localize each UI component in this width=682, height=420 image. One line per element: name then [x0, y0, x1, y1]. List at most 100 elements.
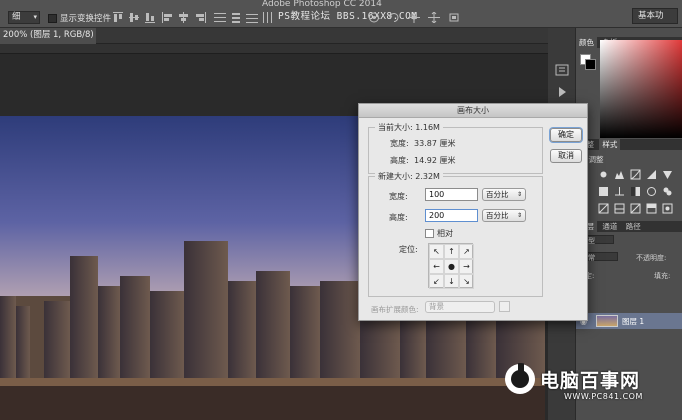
levels-icon[interactable] [614, 169, 625, 180]
distribute-bottom-icon[interactable] [246, 12, 258, 23]
cancel-button[interactable]: 取消 [550, 149, 582, 163]
extension-color-select[interactable]: 背景 [425, 301, 495, 313]
align-left-icon[interactable] [162, 12, 174, 23]
ok-button[interactable]: 确定 [550, 128, 582, 142]
tab-paths[interactable]: 路径 [623, 222, 644, 231]
anchor-right[interactable]: → [459, 259, 474, 274]
extension-color-swatch[interactable] [499, 301, 510, 312]
width-input[interactable]: 100 [425, 188, 478, 201]
adjustment-icons-grid [598, 169, 682, 220]
align-bottom-icon[interactable] [144, 12, 156, 23]
workspace-select[interactable]: 基本功 [632, 8, 678, 24]
document-tab[interactable]: 200% (图层 1, RGB/8) * [0, 28, 96, 55]
show-transform-controls[interactable]: 显示变换控件 [48, 12, 111, 24]
current-width-value: 33.87 厘米 [414, 139, 456, 148]
align-hcenter-icon[interactable] [178, 12, 190, 23]
anchor-left[interactable]: ← [429, 259, 444, 274]
width-unit-value: 百分比 [486, 190, 509, 199]
height-unit-value: 百分比 [486, 211, 509, 220]
tab-color[interactable]: 颜色 [576, 37, 597, 48]
actions-play-icon[interactable] [555, 86, 569, 98]
vibrance-icon[interactable] [662, 169, 673, 180]
background-color-swatch[interactable] [585, 59, 596, 70]
gradient-map-icon[interactable] [646, 203, 657, 214]
stepper-arrows-icon: ⇕ [516, 191, 522, 198]
height-input[interactable]: 200 [425, 209, 478, 222]
fill-label: 填充: [654, 272, 671, 280]
opacity-label: 不透明度: [636, 254, 667, 262]
selective-color-icon[interactable] [662, 203, 673, 214]
tab-styles[interactable]: 样式 [599, 139, 621, 150]
align-top-icon[interactable] [112, 12, 124, 23]
layer-thumbnail [596, 315, 618, 327]
width-label: 宽度: [389, 192, 408, 201]
current-width-label: 宽度: [390, 139, 409, 148]
current-size-group: 当前大小: 1.16M 宽度: 33.87 厘米 高度: 14.92 厘米 [368, 122, 543, 174]
anchor-top-left[interactable]: ↖ [429, 244, 444, 259]
workspace-label: 基本功 [638, 11, 664, 21]
threshold-icon[interactable] [630, 203, 641, 214]
anchor-bottom[interactable]: ↓ [444, 274, 459, 289]
distribute-left-icon[interactable] [262, 12, 274, 23]
curves-icon[interactable] [630, 169, 641, 180]
brightness-icon[interactable] [598, 169, 609, 180]
photo-filter-icon[interactable] [646, 186, 657, 197]
3d-slide-icon[interactable] [428, 12, 440, 23]
anchor-top[interactable]: ↑ [444, 244, 459, 259]
channel-mixer-icon[interactable] [662, 186, 673, 197]
3d-orbit-icon[interactable] [368, 12, 380, 23]
color-picker-field[interactable] [600, 40, 682, 138]
exposure-icon[interactable] [646, 169, 657, 180]
color-balance-icon[interactable] [614, 186, 625, 197]
3d-roll-icon[interactable] [388, 12, 400, 23]
new-size-label: 新建大小: 2.32M [375, 171, 443, 182]
document-tab-bar: 200% (图层 1, RGB/8) * [0, 28, 548, 55]
site-logo-name: 电脑百事网 [540, 370, 641, 392]
style-select[interactable]: 细 ▾ [8, 11, 40, 24]
distribute-vcenter-icon[interactable] [230, 12, 242, 23]
current-height-value: 14.92 厘米 [414, 156, 456, 165]
anchor-label: 定位: [399, 245, 418, 254]
black-white-icon[interactable] [630, 186, 641, 197]
checkbox-icon[interactable] [48, 13, 57, 23]
horizontal-ruler [0, 44, 548, 54]
invert-icon[interactable] [598, 203, 609, 214]
layers-panel-tabs: 图层 通道 路径 [576, 221, 682, 232]
panel-main: 颜色 色板 调整 样式 加调整 [576, 28, 682, 420]
adjustments-panel-tabs: 调整 样式 [576, 139, 682, 150]
anchor-center[interactable]: ● [444, 259, 459, 274]
canvas-size-dialog: 画布大小 当前大小: 1.16M 宽度: 33.87 厘米 高度: 14.92 … [358, 103, 588, 321]
align-right-icon[interactable] [194, 12, 206, 23]
dialog-title: 画布大小 [359, 104, 587, 118]
distribute-top-icon[interactable] [214, 12, 226, 23]
anchor-grid[interactable]: ↖ ↑ ↗ ← ● → ↙ ↓ ↘ [428, 243, 474, 289]
tab-channels[interactable]: 通道 [599, 222, 620, 231]
height-unit-select[interactable]: 百分比 ⇕ [482, 209, 526, 222]
checkbox-icon[interactable] [425, 229, 434, 238]
site-logo: 电脑百事网 WWW.PC841.COM [504, 363, 682, 420]
layer-name: 图层 1 [622, 317, 645, 326]
anchor-bottom-left[interactable]: ↙ [429, 274, 444, 289]
current-size-label: 当前大小: 1.16M [375, 122, 443, 133]
height-label: 高度: [389, 213, 408, 222]
current-height-label: 高度: [390, 156, 409, 165]
site-logo-mark-icon [505, 363, 535, 394]
align-vcenter-icon[interactable] [128, 12, 140, 23]
hue-saturation-icon[interactable] [598, 186, 609, 197]
3d-pan-icon[interactable] [408, 12, 420, 23]
relative-label: 相对 [437, 229, 453, 238]
history-icon[interactable] [555, 64, 569, 76]
style-select-value: 细 [12, 12, 21, 22]
layer-row-selected[interactable]: ◉ 图层 1 [576, 313, 682, 329]
width-unit-select[interactable]: 百分比 ⇕ [482, 188, 526, 201]
stepper-arrows-icon: ⇕ [516, 212, 522, 219]
relative-checkbox[interactable]: 相对 [425, 228, 453, 239]
3d-scale-icon[interactable] [448, 12, 460, 23]
posterize-icon[interactable] [614, 203, 625, 214]
options-bar: Adobe Photoshop CC 2014 PS教程论坛 BBS.16XX8… [0, 0, 682, 28]
site-logo-url: WWW.PC841.COM [564, 392, 643, 401]
anchor-top-right[interactable]: ↗ [459, 244, 474, 259]
anchor-bottom-right[interactable]: ↘ [459, 274, 474, 289]
extension-color-label: 画布扩展颜色: [371, 305, 419, 314]
chevron-down-icon: ▾ [33, 13, 37, 21]
